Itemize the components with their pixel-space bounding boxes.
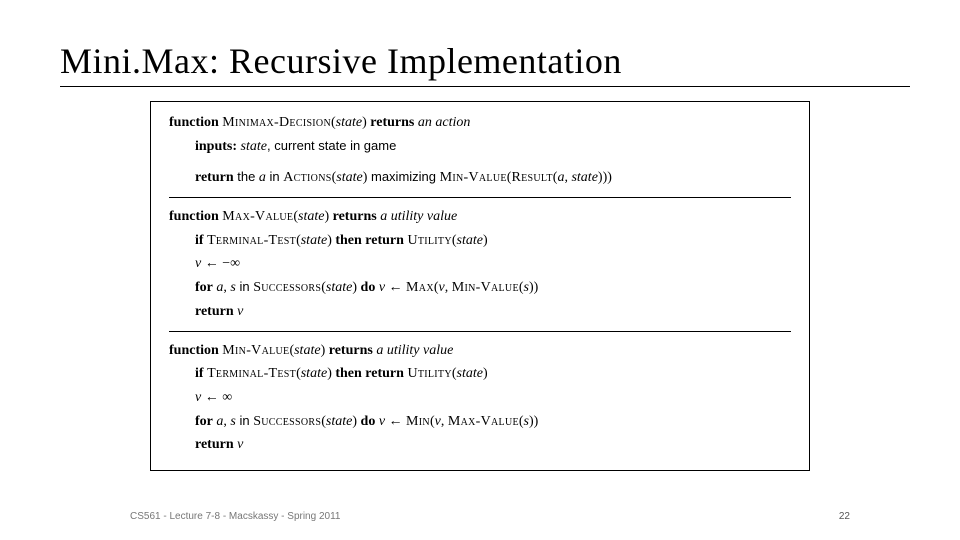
fn3-return: return v — [169, 434, 791, 456]
fn1-arg: state — [336, 115, 362, 130]
actions-call: Actions — [283, 170, 331, 185]
kw-returns: returns — [370, 115, 414, 130]
footer-text: CS561 - Lecture 7-8 - Macskassy - Spring… — [130, 511, 340, 522]
fn2-return: return v — [169, 301, 791, 323]
divider — [169, 197, 791, 198]
fn2-init: v ← −∞ — [169, 253, 791, 275]
slide-footer: CS561 - Lecture 7-8 - Macskassy - Spring… — [0, 511, 960, 522]
fn2-sig: function Max-Value(state) returns a util… — [169, 206, 791, 228]
fn3-if: if Terminal-Test(state) then return Util… — [169, 363, 791, 385]
slide-title: Mini.Max: Recursive Implementation — [60, 40, 910, 87]
fn3-sig: function Min-Value(state) returns a util… — [169, 340, 791, 362]
fn2-name: Max-Value — [222, 209, 293, 224]
fn1-sig: function Minimax-Decision(state) returns… — [169, 112, 791, 134]
fn2-for: for a, s in Successors(state) do v ← Max… — [169, 277, 791, 299]
fn1-name: Minimax-Decision — [222, 115, 331, 130]
result-call: Result — [511, 170, 552, 185]
fn1-inputs: inputs: state, current state in game — [169, 136, 791, 158]
fn1-return: return the a in Actions(state) maximizin… — [169, 167, 791, 189]
fn3-name: Min-Value — [222, 343, 289, 358]
slide: Mini.Max: Recursive Implementation funct… — [0, 0, 960, 540]
fn3-init: v ← ∞ — [169, 387, 791, 409]
divider — [169, 331, 791, 332]
kw-function: function — [169, 115, 219, 130]
fn3-for: for a, s in Successors(state) do v ← Min… — [169, 411, 791, 433]
fn1-ret: an action — [418, 115, 471, 130]
kw-inputs: inputs: — [195, 139, 237, 154]
pseudocode-box: function Minimax-Decision(state) returns… — [150, 101, 810, 471]
min-value-call: Min-Value — [440, 170, 507, 185]
fn2-if: if Terminal-Test(state) then return Util… — [169, 230, 791, 252]
page-number: 22 — [839, 511, 850, 522]
